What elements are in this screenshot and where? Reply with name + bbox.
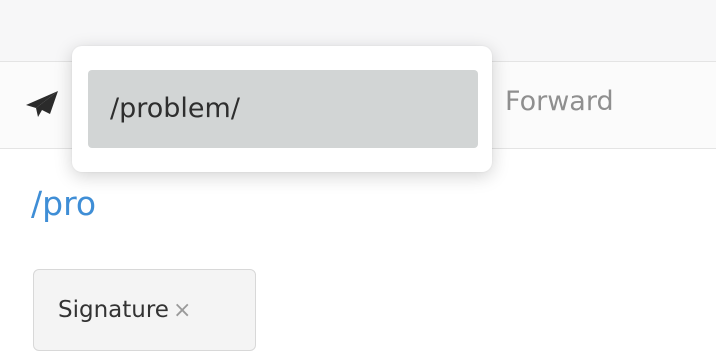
tag-label: Signature — [58, 297, 169, 323]
autocomplete-suggestion[interactable]: /problem/ — [88, 70, 478, 148]
tag-chip-signature: Signature × — [33, 269, 256, 351]
autocomplete-popup: /problem/ — [72, 46, 492, 172]
tag-remove-button[interactable]: × — [173, 298, 191, 323]
forward-button[interactable]: Forward — [505, 84, 614, 120]
path-link[interactable]: /pro — [31, 182, 96, 226]
paper-plane-icon[interactable] — [24, 89, 60, 119]
